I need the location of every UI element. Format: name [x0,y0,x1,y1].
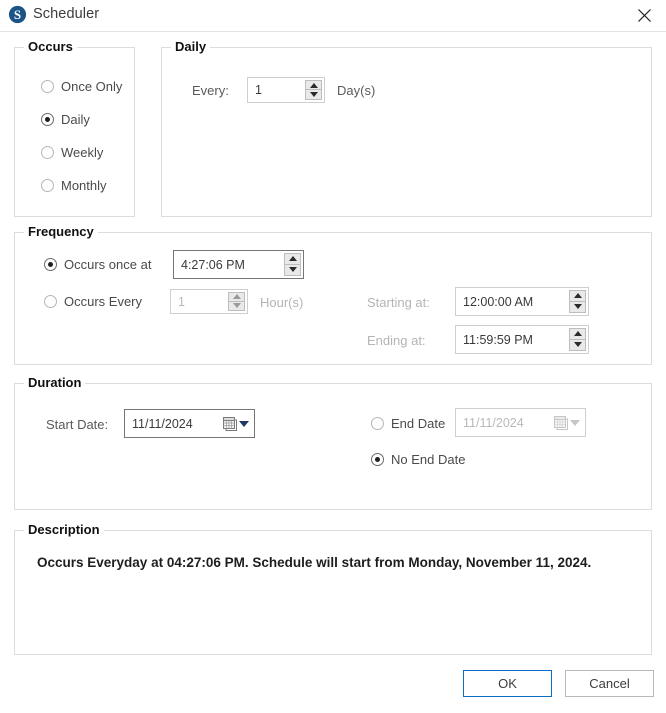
cancel-button-label: Cancel [589,676,630,691]
radio-daily[interactable]: Daily [41,112,90,127]
title-bar: S Scheduler [0,0,666,32]
occurs-once-at-spin-down[interactable] [284,264,301,276]
radio-once-only-indicator [41,80,54,93]
occurs-every-value[interactable]: 1 [171,290,228,313]
daily-every-spin-buttons [305,80,322,100]
occurs-once-at-spin-buttons [284,253,301,276]
radio-no-end-date-indicator [371,453,384,466]
ok-button-label: OK [498,676,517,691]
occurs-group: Occurs Once Only Daily Weekly Monthly [14,39,135,217]
occurs-every-spin-buttons [228,292,245,311]
starting-at-time-value[interactable]: 12:00:00 AM [456,288,569,315]
daily-every-stepper[interactable]: 1 [247,77,325,103]
daily-every-value[interactable]: 1 [248,78,305,102]
daily-every-spin-down[interactable] [305,90,322,100]
radio-end-date-label: End Date [391,416,446,431]
radio-occurs-once-at-indicator [44,258,57,271]
daily-every-label: Every: [192,83,229,98]
starting-at-spin-up[interactable] [569,290,586,302]
frequency-group: Frequency Occurs once at 4:27:06 PM Occu… [14,224,652,365]
occurs-every-spin-down[interactable] [228,301,245,311]
radio-monthly-label: Monthly [61,178,107,193]
radio-no-end-date[interactable]: No End Date [371,452,465,467]
radio-end-date[interactable]: End Date [371,416,445,431]
occurs-once-at-spin-up[interactable] [284,253,301,265]
occurs-every-stepper[interactable]: 1 [170,289,248,314]
radio-daily-label: Daily [61,112,90,127]
end-date-picker[interactable]: 11/11/2024 [455,408,586,437]
frequency-group-title: Frequency [24,224,98,239]
radio-weekly-indicator [41,146,54,159]
radio-occurs-every[interactable]: Occurs Every [44,294,142,309]
end-date-chevron-down-icon [570,419,580,426]
start-date-chevron-down-icon [239,420,249,427]
window-title: Scheduler [33,6,100,22]
occurs-once-at-time-field[interactable]: 4:27:06 PM [173,250,304,279]
ok-button[interactable]: OK [463,670,552,697]
svg-text:S: S [14,7,21,22]
ending-at-spin-up[interactable] [569,328,586,340]
daily-group: Daily Every: 1 Day(s) [161,39,652,217]
description-group-title: Description [24,522,104,537]
ending-at-spin-down[interactable] [569,339,586,351]
occurs-group-title: Occurs [24,39,77,54]
start-date-picker[interactable]: 11/11/2024 [124,409,255,438]
occurs-once-at-time-value[interactable]: 4:27:06 PM [174,251,284,278]
ending-at-time-value[interactable]: 11:59:59 PM [456,326,569,353]
radio-occurs-every-indicator [44,295,57,308]
ending-at-label: Ending at: [367,333,426,348]
radio-end-date-indicator [371,417,384,430]
radio-occurs-every-label: Occurs Every [64,294,143,309]
radio-weekly-label: Weekly [61,145,104,160]
description-text: Occurs Everyday at 04:27:06 PM. Schedule… [37,555,592,570]
duration-group: Duration Start Date: 11/11/2024 End Date… [14,375,652,510]
syncfusion-s-icon: S [8,5,27,24]
description-group: Description Occurs Everyday at 04:27:06 … [14,522,652,655]
radio-no-end-date-label: No End Date [391,452,466,467]
duration-group-title: Duration [24,375,86,390]
starting-at-spin-down[interactable] [569,301,586,313]
radio-monthly-indicator [41,179,54,192]
starting-at-spin-buttons [569,290,586,313]
occurs-every-spin-up[interactable] [228,292,245,302]
daily-unit-label: Day(s) [337,83,376,98]
radio-occurs-once-at-label: Occurs once at [64,257,152,272]
radio-weekly[interactable]: Weekly [41,145,103,160]
radio-once-only[interactable]: Once Only [41,79,122,94]
start-date-calendar-icon[interactable] [218,410,254,437]
cancel-button[interactable]: Cancel [565,670,654,697]
radio-daily-indicator [41,113,54,126]
ending-at-spin-buttons [569,328,586,351]
radio-monthly[interactable]: Monthly [41,178,107,193]
end-date-calendar-icon[interactable] [549,409,585,436]
start-date-value[interactable]: 11/11/2024 [125,410,218,437]
radio-once-only-label: Once Only [61,79,123,94]
starting-at-label: Starting at: [367,295,430,310]
occurs-every-unit-label: Hour(s) [260,295,304,310]
daily-group-title: Daily [171,39,211,54]
starting-at-time-field[interactable]: 12:00:00 AM [455,287,589,316]
start-date-label: Start Date: [46,417,109,432]
close-icon[interactable] [627,2,661,29]
ending-at-time-field[interactable]: 11:59:59 PM [455,325,589,354]
end-date-value[interactable]: 11/11/2024 [456,409,549,436]
daily-every-spin-up[interactable] [305,80,322,90]
radio-occurs-once-at[interactable]: Occurs once at [44,257,151,272]
